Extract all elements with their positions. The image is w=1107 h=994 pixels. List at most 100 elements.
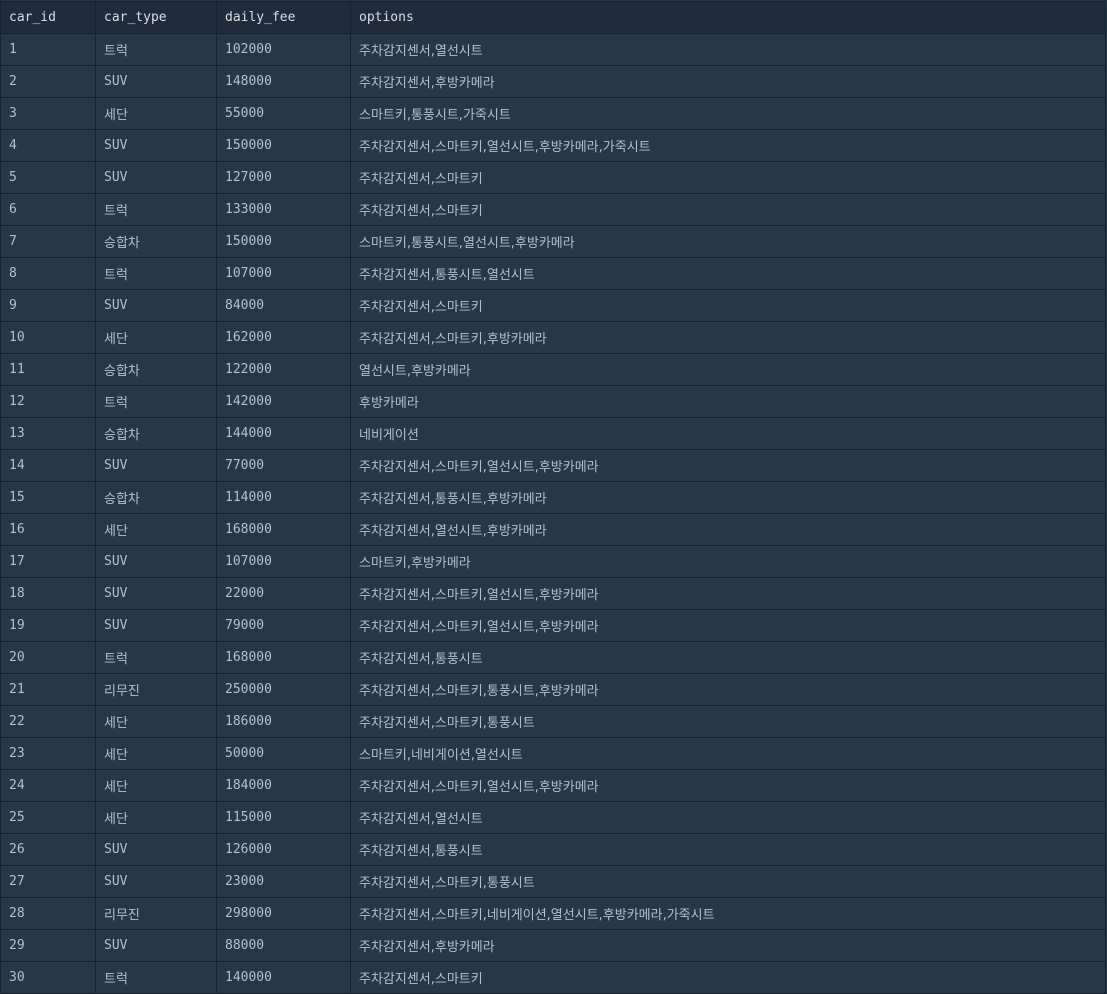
cell-options: 주차감지센서,스마트키: [350, 193, 1106, 226]
cell-daily-fee: 168000: [216, 513, 351, 546]
cell-options: 주차감지센서,열선시트: [350, 801, 1106, 834]
cell-car-id: 11: [0, 353, 96, 386]
cell-options: 주차감지센서,스마트키,열선시트,후방카메라: [350, 609, 1106, 642]
cell-car-id: 7: [0, 225, 96, 258]
cell-daily-fee: 140000: [216, 961, 351, 994]
table-row: 5 SUV 127000 주차감지센서,스마트키: [0, 161, 1106, 194]
cell-options: 주차감지센서,스마트키,열선시트,후방카메라: [350, 449, 1106, 482]
column-header-options: options: [350, 1, 1106, 34]
cell-car-id: 14: [0, 449, 96, 482]
cell-car-type: 트럭: [95, 641, 217, 674]
cell-car-type: SUV: [95, 289, 217, 322]
cell-car-id: 19: [0, 609, 96, 642]
query-result-table: car_id car_type daily_fee options 1 트럭 102…: [0, 1, 1106, 994]
cell-daily-fee: 22000: [216, 577, 351, 610]
table-row: 24 세단 184000 주차감지센서,스마트키,열선시트,후방카메라: [0, 769, 1106, 802]
cell-options: 주차감지센서,스마트키,열선시트,후방카메라: [350, 769, 1106, 802]
cell-car-id: 23: [0, 737, 96, 770]
cell-options: 주차감지센서,열선시트,후방카메라: [350, 513, 1106, 546]
cell-car-type: SUV: [95, 929, 217, 962]
table-row: 27 SUV 23000 주차감지센서,스마트키,통풍시트: [0, 865, 1106, 898]
cell-daily-fee: 162000: [216, 321, 351, 354]
cell-options: 주차감지센서,스마트키,통풍시트: [350, 865, 1106, 898]
cell-car-type: 세단: [95, 769, 217, 802]
cell-car-id: 3: [0, 97, 96, 130]
table-row: 28 리무진 298000 주차감지센서,스마트키,네비게이션,열선시트,후방카메라,…: [0, 897, 1106, 930]
cell-daily-fee: 133000: [216, 193, 351, 226]
table-row: 14 SUV 77000 주차감지센서,스마트키,열선시트,후방카메라: [0, 449, 1106, 482]
table-row: 15 승합차 114000 주차감지센서,통풍시트,후방카메라: [0, 481, 1106, 514]
table-row: 13 승합차 144000 네비게이션: [0, 417, 1106, 450]
cell-options: 주차감지센서,열선시트: [350, 33, 1106, 66]
cell-options: 주차감지센서,후방카메라: [350, 929, 1106, 962]
cell-car-id: 18: [0, 577, 96, 610]
cell-car-id: 24: [0, 769, 96, 802]
cell-car-type: 세단: [95, 513, 217, 546]
table-row: 23 세단 50000 스마트키,네비게이션,열선시트: [0, 737, 1106, 770]
cell-car-type: 세단: [95, 321, 217, 354]
table-row: 1 트럭 102000 주차감지센서,열선시트: [0, 33, 1106, 66]
table-row: 2 SUV 148000 주차감지센서,후방카메라: [0, 65, 1106, 98]
cell-car-type: SUV: [95, 833, 217, 866]
cell-car-type: SUV: [95, 865, 217, 898]
cell-car-id: 22: [0, 705, 96, 738]
table-row: 17 SUV 107000 스마트키,후방카메라: [0, 545, 1106, 578]
cell-car-id: 29: [0, 929, 96, 962]
cell-car-id: 6: [0, 193, 96, 226]
cell-options: 주차감지센서,스마트키,열선시트,후방카메라,가죽시트: [350, 129, 1106, 162]
cell-daily-fee: 77000: [216, 449, 351, 482]
table-row: 7 승합차 150000 스마트키,통풍시트,열선시트,후방카메라: [0, 225, 1106, 258]
cell-car-id: 12: [0, 385, 96, 418]
cell-car-type: 트럭: [95, 257, 217, 290]
cell-car-type: 리무진: [95, 673, 217, 706]
cell-daily-fee: 88000: [216, 929, 351, 962]
cell-options: 주차감지센서,스마트키: [350, 289, 1106, 322]
cell-options: 주차감지센서,스마트키,후방카메라: [350, 321, 1106, 354]
cell-options: 주차감지센서,통풍시트,열선시트: [350, 257, 1106, 290]
cell-daily-fee: 144000: [216, 417, 351, 450]
cell-car-type: SUV: [95, 609, 217, 642]
cell-car-id: 30: [0, 961, 96, 994]
table-row: 6 트럭 133000 주차감지센서,스마트키: [0, 193, 1106, 226]
cell-daily-fee: 79000: [216, 609, 351, 642]
table-row: 22 세단 186000 주차감지센서,스마트키,통풍시트: [0, 705, 1106, 738]
cell-daily-fee: 107000: [216, 257, 351, 290]
cell-car-id: 21: [0, 673, 96, 706]
table-row: 30 트럭 140000 주차감지센서,스마트키: [0, 961, 1106, 994]
cell-car-type: 세단: [95, 801, 217, 834]
cell-daily-fee: 168000: [216, 641, 351, 674]
cell-car-id: 16: [0, 513, 96, 546]
cell-options: 주차감지센서,스마트키: [350, 961, 1106, 994]
cell-car-type: 리무진: [95, 897, 217, 930]
table-row: 19 SUV 79000 주차감지센서,스마트키,열선시트,후방카메라: [0, 609, 1106, 642]
cell-daily-fee: 184000: [216, 769, 351, 802]
cell-options: 주차감지센서,통풍시트,후방카메라: [350, 481, 1106, 514]
cell-daily-fee: 142000: [216, 385, 351, 418]
cell-daily-fee: 84000: [216, 289, 351, 322]
column-header-car-type: car_type: [95, 1, 217, 34]
cell-daily-fee: 126000: [216, 833, 351, 866]
cell-car-type: 트럭: [95, 961, 217, 994]
cell-daily-fee: 55000: [216, 97, 351, 130]
column-header-car-id: car_id: [0, 1, 96, 34]
cell-daily-fee: 148000: [216, 65, 351, 98]
cell-car-type: 승합차: [95, 481, 217, 514]
table-header: car_id car_type daily_fee options: [0, 1, 1106, 34]
cell-options: 주차감지센서,후방카메라: [350, 65, 1106, 98]
cell-car-type: SUV: [95, 161, 217, 194]
table-row: 29 SUV 88000 주차감지센서,후방카메라: [0, 929, 1106, 962]
table-row: 16 세단 168000 주차감지센서,열선시트,후방카메라: [0, 513, 1106, 546]
cell-options: 스마트키,네비게이션,열선시트: [350, 737, 1106, 770]
cell-daily-fee: 122000: [216, 353, 351, 386]
table-row: 11 승합차 122000 열선시트,후방카메라: [0, 353, 1106, 386]
table-row: 25 세단 115000 주차감지센서,열선시트: [0, 801, 1106, 834]
table-row: 20 트럭 168000 주차감지센서,통풍시트: [0, 641, 1106, 674]
cell-car-type: SUV: [95, 545, 217, 578]
cell-options: 주차감지센서,스마트키,네비게이션,열선시트,후방카메라,가죽시트: [350, 897, 1106, 930]
cell-options: 네비게이션: [350, 417, 1106, 450]
header-row: car_id car_type daily_fee options: [0, 1, 1106, 34]
cell-car-type: 세단: [95, 737, 217, 770]
table-row: 4 SUV 150000 주차감지센서,스마트키,열선시트,후방카메라,가죽시트: [0, 129, 1106, 162]
cell-daily-fee: 150000: [216, 129, 351, 162]
cell-car-type: 트럭: [95, 385, 217, 418]
